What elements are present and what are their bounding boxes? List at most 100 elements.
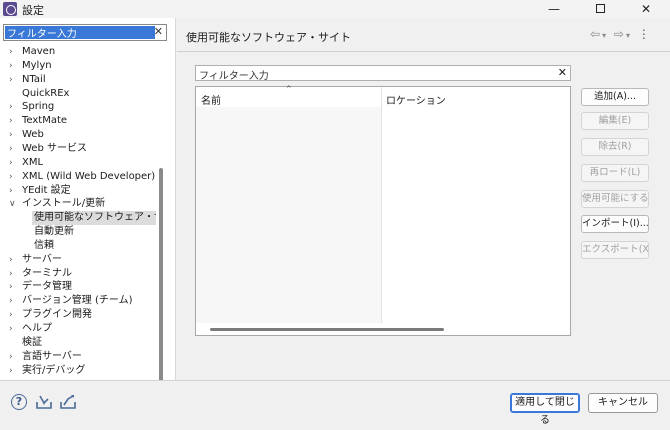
export-button[interactable]: エクスポート(X)...	[581, 241, 649, 259]
page-title: 使用可能なソフトウェア・サイト	[186, 31, 351, 44]
expand-icon[interactable]: ›	[9, 350, 19, 364]
tree-item[interactable]: › NTail	[0, 73, 156, 87]
clear-site-filter-icon[interactable]: ✕	[558, 66, 567, 79]
import-button[interactable]: インポート(I)...	[581, 215, 649, 233]
site-filter-input[interactable]: フィルター入力 ✕	[195, 65, 571, 82]
expand-icon[interactable]: ›	[9, 280, 19, 294]
back-menu-icon[interactable]: ▾	[602, 31, 608, 40]
tree-item[interactable]: › ターミナル	[0, 267, 156, 281]
column-header-name[interactable]: 名前	[201, 92, 221, 107]
help-icon[interactable]: ?	[11, 394, 27, 410]
tree-item[interactable]: › データ管理	[0, 280, 156, 294]
app-icon	[3, 2, 17, 16]
back-icon[interactable]: ⇦	[590, 27, 602, 41]
tree-item-label: 検証	[22, 336, 42, 348]
column-divider[interactable]	[381, 87, 382, 323]
tree-item-label: YEdit 設定	[22, 184, 71, 196]
view-menu-icon[interactable]: ⋮	[638, 27, 652, 41]
tree-item-label: バージョン管理 (チーム)	[22, 295, 133, 307]
dialog-footer: ? 適用して閉じる キャンセル	[0, 380, 670, 426]
expand-icon[interactable]: ›	[9, 100, 19, 114]
window-title: 設定	[22, 4, 44, 17]
expand-icon[interactable]: ›	[9, 142, 19, 156]
tree-item[interactable]: › Web	[0, 128, 156, 142]
tree-item-label: プラグイン開発	[22, 309, 92, 321]
tree-item-label: TextMate	[22, 115, 68, 127]
expand-icon[interactable]: ›	[9, 253, 19, 267]
tree-item-label: ヘルプ	[22, 323, 52, 334]
tree-item-label: NTail	[22, 73, 46, 85]
edit-button[interactable]: 編集(E)	[581, 112, 649, 130]
tree-item-label: 言語サーバー	[22, 350, 82, 362]
expand-icon[interactable]: ›	[9, 364, 19, 378]
import-preferences-icon[interactable]	[35, 393, 53, 411]
tree-item[interactable]: › YEdit 設定	[0, 184, 156, 198]
tree-item[interactable]: 自動更新	[0, 225, 156, 239]
sites-table[interactable]: ⌃ 名前 ロケーション	[195, 85, 571, 336]
expand-icon[interactable]: ›	[9, 308, 19, 322]
expand-icon[interactable]: ›	[9, 59, 19, 73]
expand-icon[interactable]: ›	[9, 294, 19, 308]
collapse-icon[interactable]: ∨	[9, 197, 19, 211]
tree-item[interactable]: 検証	[0, 336, 156, 350]
tree-item-label: 信頼	[34, 239, 54, 251]
clear-filter-icon[interactable]: ✕	[154, 25, 163, 38]
preferences-tree: › Maven › Mylyn › NTail QuickREx › Spring › TextMa…	[0, 45, 156, 379]
tree-item[interactable]: › Maven	[0, 45, 156, 59]
tree-item[interactable]: › Web サービス	[0, 142, 156, 156]
expand-icon[interactable]: ›	[9, 156, 19, 170]
tree-item[interactable]: › 言語サーバー	[0, 350, 156, 364]
tree-filter: ✕	[3, 24, 167, 41]
tree-item[interactable]: › プラグイン開発	[0, 308, 156, 322]
export-preferences-icon[interactable]	[59, 393, 77, 411]
expand-icon[interactable]: ›	[9, 114, 19, 128]
expand-icon[interactable]: ›	[9, 73, 19, 87]
forward-menu-icon[interactable]: ▾	[626, 31, 632, 40]
tree-item[interactable]: › Mylyn	[0, 59, 156, 73]
reload-button[interactable]: 再ロード(L)	[581, 164, 649, 182]
tree-scrollbar[interactable]	[159, 168, 163, 386]
add-button[interactable]: 追加(A)...	[581, 88, 649, 106]
tree-item[interactable]: › 実行/デバッグ	[0, 364, 156, 378]
maximize-button[interactable]	[577, 0, 623, 18]
tree-item[interactable]: 使用可能なソフトウェア・サイト	[0, 211, 156, 226]
tree-item-label: Spring	[22, 101, 55, 113]
forward-icon[interactable]: ⇨	[614, 27, 626, 41]
tree-item[interactable]: › ヘルプ	[0, 322, 156, 336]
expand-icon[interactable]: ›	[9, 267, 19, 281]
expand-icon[interactable]: ›	[9, 128, 19, 142]
header-divider	[177, 51, 670, 52]
tree-item[interactable]: 信頼	[0, 239, 156, 253]
enable-button[interactable]: 使用可能にする(N)	[581, 190, 649, 208]
tree-item-label: Web サービス	[22, 142, 87, 154]
tree-item-label: 実行/デバッグ	[22, 364, 86, 376]
remove-button[interactable]: 除去(R)	[581, 138, 649, 156]
expand-icon[interactable]: ›	[9, 45, 19, 59]
column-header-location[interactable]: ロケーション	[386, 92, 446, 107]
tree-item-label: サーバー	[22, 253, 62, 265]
tree-item[interactable]: › サーバー	[0, 253, 156, 267]
expand-icon[interactable]: ›	[9, 170, 19, 184]
tree-filter-input[interactable]	[5, 26, 155, 39]
tree-item-label: Maven	[22, 46, 56, 57]
tree-item[interactable]: › XML (Wild Web Developer)	[0, 170, 156, 184]
tree-item-label: XML	[22, 156, 44, 168]
expand-icon[interactable]: ›	[9, 322, 19, 336]
tree-item-label: Web	[22, 129, 44, 141]
tree-item[interactable]: › Spring	[0, 100, 156, 114]
table-horizontal-scrollbar[interactable]	[210, 328, 444, 331]
close-button[interactable]: ✕	[623, 0, 669, 18]
apply-and-close-button[interactable]: 適用して閉じる	[510, 393, 580, 426]
maximize-icon	[595, 4, 605, 13]
minimize-button[interactable]: —	[531, 0, 577, 18]
tree-item[interactable]: › TextMate	[0, 114, 156, 128]
sort-ascending-icon: ⌃	[285, 85, 293, 95]
expand-icon[interactable]: ›	[9, 184, 19, 198]
title-bar: 設定 — ✕	[0, 0, 670, 18]
cancel-button[interactable]: キャンセル	[588, 393, 658, 413]
tree-item[interactable]: ∨ インストール/更新	[0, 197, 156, 211]
tree-item[interactable]: QuickREx	[0, 87, 156, 101]
name-column-area	[196, 107, 381, 323]
tree-item[interactable]: › バージョン管理 (チーム)	[0, 294, 156, 308]
tree-item[interactable]: › XML	[0, 156, 156, 170]
